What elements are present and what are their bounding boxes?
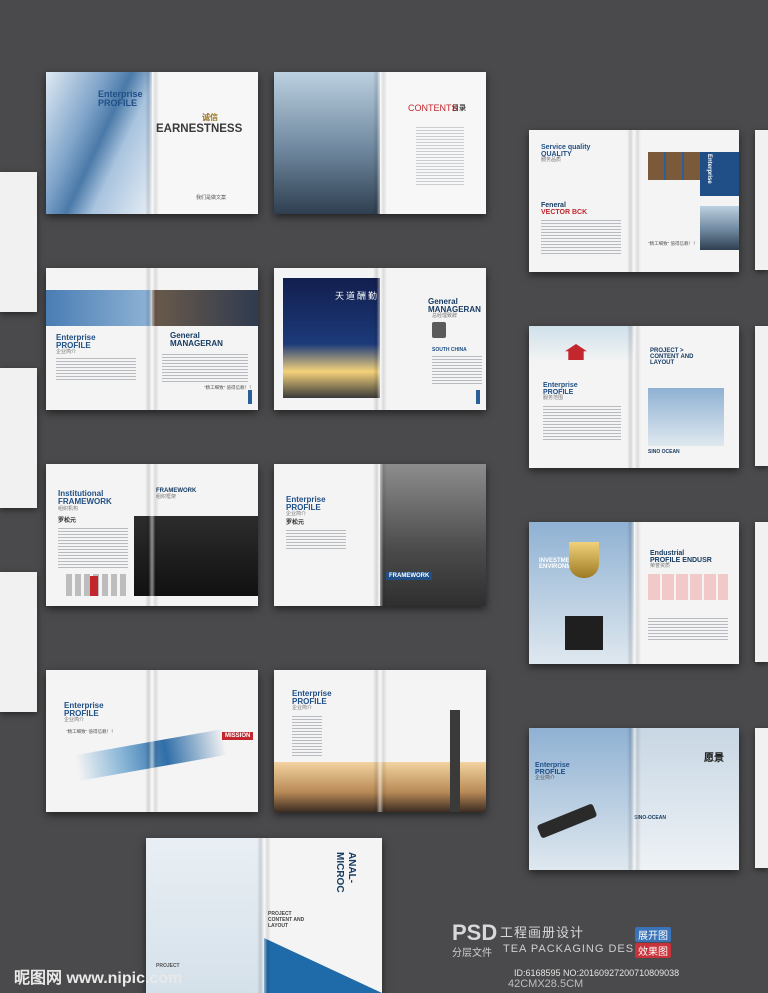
spread-cn-label: 组织机构	[58, 506, 79, 512]
section-heading: 罗松元	[286, 520, 305, 526]
spread-cn-label: 服务范围	[543, 395, 564, 401]
body-text	[648, 618, 728, 642]
quote-text: "精工细致" 值得信赖！！	[648, 241, 698, 246]
contents-title: CONTENTS	[408, 103, 458, 113]
section-heading: 罗松元	[58, 518, 77, 524]
spread-title: FRAMEWORK	[386, 572, 433, 581]
spread-small-text: SINO-OCEAN	[634, 815, 666, 821]
body-text	[543, 406, 621, 442]
site-logo: 昵图网 www.nipic.com	[14, 970, 183, 987]
brochure-spread-2[interactable]: CONTENTS 目录	[274, 72, 486, 214]
spread-cn-label: 企业简介	[535, 775, 556, 781]
brochure-spread-6[interactable]: Enterprise PROFILE 企业简介 罗松元 FRAMEWORK	[274, 464, 486, 606]
cover-title-vertical: ANAL-	[346, 852, 357, 884]
contents-cn: 目录	[452, 105, 466, 112]
trophy-base	[565, 616, 603, 650]
spread-cn-label: 服务品质	[541, 157, 562, 163]
trophy-image: INVESTMENT ENVIRONMENT	[529, 522, 634, 664]
city-skyline-image	[274, 72, 380, 214]
harbor-photo	[700, 206, 739, 250]
size-line: 42CMX28.5CM	[508, 978, 584, 990]
red-figure	[90, 576, 98, 596]
sunrise-image: 天道酬勤	[283, 278, 380, 398]
sky-house-photo	[648, 388, 724, 446]
brochure-spread-10[interactable]: Service quality QUALITY 服务品质 Feneral VEC…	[529, 130, 739, 272]
spread-title: MANAGERAN	[170, 339, 223, 348]
glass-building-image: Enterprise PROFILE	[46, 72, 152, 214]
spread-title: EARNESTNESS	[156, 123, 243, 135]
telescope-image	[536, 803, 598, 839]
spread-title: VECTOR BCK	[541, 209, 588, 216]
cover-title-vertical: MICROC	[334, 852, 345, 893]
trophy-cup	[569, 542, 599, 578]
body-text	[56, 358, 136, 382]
brochure-spread-5[interactable]: Institutional FRAMEWORK 组织机构 罗松元 FRAMEWO…	[46, 464, 258, 606]
spread-title: LAYOUT	[650, 360, 675, 366]
spread-cn-label: 组织框架	[156, 494, 177, 500]
body-text	[286, 530, 346, 550]
brochure-spread-11[interactable]: Enterprise PROFILE 服务范围 PROJECT > CONTEN…	[529, 326, 739, 468]
meeting-photo	[134, 516, 258, 596]
worker-photo: FRAMEWORK	[380, 464, 486, 606]
tag-effect-view: 效果图	[635, 943, 671, 958]
brochure-spread-3[interactable]: Enterprise PROFILE 企业简介 General MANAGERA…	[46, 268, 258, 410]
quote-text: "精工细致" 值得信赖！！	[66, 729, 116, 734]
blue-panel: Enterprise	[700, 152, 739, 196]
team-photo	[152, 290, 258, 326]
spread-title: PROFILE	[98, 98, 138, 108]
brochure-spread-4[interactable]: 天道酬勤 General MANAGERAN 总经理致辞 SOUTH CHINA	[274, 268, 486, 410]
partial-page-edge	[0, 572, 37, 712]
calligraphy: 天道酬勤	[335, 291, 380, 301]
portrait-photo	[432, 322, 446, 338]
spread-cn-label: 企业简介	[64, 717, 85, 723]
city-mist-image: 愿景 SINO-OCEAN	[634, 728, 739, 870]
contents-list	[416, 127, 464, 187]
watermark-sub-cn: 分层文件	[452, 948, 492, 959]
brochure-spread-1[interactable]: Enterprise PROFILE 诚信 EARNESTNESS 我们是做文案	[46, 72, 258, 214]
image-id-line: ID:6168595 NO:20160927200710809038	[514, 968, 680, 978]
mission-tag: MISSION	[222, 732, 254, 741]
brochure-spread-8[interactable]: Enterprise PROFILE 企业简介	[274, 670, 486, 812]
spread-cn-label: 企业简介	[286, 511, 307, 517]
partial-page-edge	[755, 130, 768, 270]
spread-small-text: 我们是做文案	[196, 195, 227, 201]
partial-page-edge	[755, 522, 768, 662]
psd-label: PSD	[452, 920, 498, 945]
partial-page-edge	[0, 172, 37, 312]
spread-title: Enterprise	[706, 154, 712, 184]
watermark-title: 工程画册设计	[500, 925, 585, 940]
header-photo	[46, 290, 152, 326]
spread-cn-label: 企业简介	[292, 705, 313, 711]
spread-small-text: SINO OCEAN	[648, 449, 680, 455]
body-text	[432, 356, 482, 386]
certificates-grid	[648, 574, 728, 600]
tag-open-view: 展开图	[635, 927, 671, 942]
partial-page-edge	[0, 368, 37, 508]
spread-cn-label: 荣誉资质	[650, 563, 671, 569]
spread-cn-label: 企业简介	[56, 349, 77, 355]
calligraphy: 愿景	[704, 753, 724, 764]
cover-small-text: LAYOUT	[268, 923, 289, 929]
spread-small-text: SOUTH CHINA	[432, 347, 467, 353]
body-text	[541, 220, 621, 254]
body-text	[58, 528, 128, 568]
spread-cn-label: 总经理致辞	[432, 313, 458, 319]
spread-cn-label: 诚信	[202, 113, 218, 122]
brochure-spread-13[interactable]: Enterprise PROFILE 企业简介 愿景 SINO-OCEAN	[529, 728, 739, 870]
workers-photo	[648, 152, 700, 180]
body-text	[162, 354, 248, 384]
partial-page-edge	[755, 326, 768, 466]
blue-triangle-graphic	[264, 938, 382, 993]
brochure-spread-12[interactable]: INVESTMENT ENVIRONMENT Endustrial PROFIL…	[529, 522, 739, 664]
skyscraper-silhouette	[450, 710, 460, 812]
partial-page-edge	[755, 728, 768, 868]
watermark-sub-en: TEA PACKAGING DESIGN	[503, 943, 657, 955]
quote-text: "精工细致" 值得信赖！！	[204, 385, 254, 390]
body-text	[292, 716, 322, 756]
brochure-spread-7[interactable]: Enterprise PROFILE 企业简介 "精工细致" 值得信赖！！ MI…	[46, 670, 258, 812]
